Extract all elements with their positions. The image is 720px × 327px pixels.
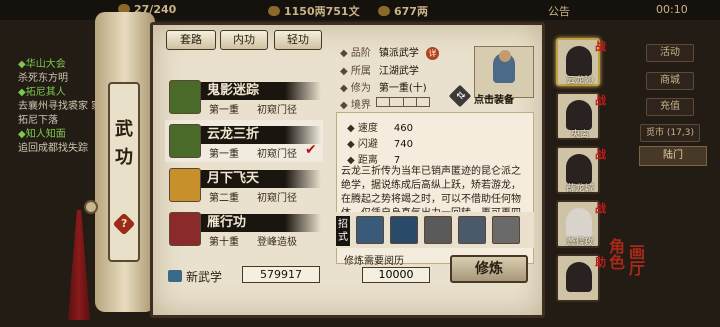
realm-bar bbox=[376, 97, 430, 107]
knot-decoration bbox=[84, 200, 98, 214]
side-label-panel: 武功 ? bbox=[108, 82, 140, 262]
money-display: 1150两751文 bbox=[268, 3, 360, 19]
skill-book-icon bbox=[169, 80, 201, 114]
game-screen: 27/240 1150两751文 677两 公告 00:10 ◆华山大会 杀死东… bbox=[0, 0, 720, 327]
tab-lightness[interactable]: 轻功 bbox=[274, 30, 322, 50]
cost-label: 修炼需要阅历 bbox=[344, 256, 404, 267]
move-icon[interactable] bbox=[492, 216, 520, 244]
check-icon: ✔ bbox=[305, 142, 317, 158]
skill-name: 雁行功 bbox=[201, 214, 321, 232]
map-status: 觅市 (17,3) bbox=[640, 124, 700, 142]
skill-item[interactable]: 月下飞天 第二重 初窥门径 bbox=[165, 164, 323, 206]
skill-level: 第一重 bbox=[209, 149, 239, 160]
move-icon[interactable] bbox=[356, 216, 384, 244]
character-roster: 云龙沁 战 央离 战 薛龙城 战 萧偃玫 战 助 bbox=[556, 36, 606, 326]
skill-item[interactable]: 鬼影迷踪 第一重 初窥门径 bbox=[165, 76, 323, 118]
cost-value: 10000 bbox=[362, 267, 430, 283]
question-icon: ? bbox=[120, 216, 128, 230]
map-button[interactable]: 陆门 bbox=[639, 146, 707, 166]
tab-inner-skill[interactable]: 内功 bbox=[220, 30, 268, 50]
character-card[interactable]: 助 bbox=[556, 254, 606, 302]
head-icon bbox=[499, 50, 511, 62]
skill-item[interactable]: 云龙三折 第一重 初窥门径 ✔ bbox=[165, 120, 323, 162]
owner-row: ◆ 所属 江湖武学 bbox=[340, 66, 419, 77]
skill-book-icon bbox=[169, 212, 201, 246]
character-card[interactable]: 薛龙城 战 bbox=[556, 146, 606, 194]
moves-bar: 招式 bbox=[336, 212, 534, 248]
skill-points: 579917 bbox=[242, 266, 320, 283]
equip-button[interactable]: 点击装备 bbox=[474, 91, 514, 106]
notice-button[interactable]: 公告 bbox=[548, 3, 570, 19]
gold-display: 677两 bbox=[378, 3, 428, 19]
realm-row: ◆ 境界 bbox=[340, 100, 371, 111]
skill-tier: 初窥门径 bbox=[257, 193, 297, 204]
cultivation-row: ◆ 修为 第一重(十) bbox=[340, 83, 427, 94]
move-icon[interactable] bbox=[424, 216, 452, 244]
skill-name: 云龙三折 bbox=[201, 126, 321, 144]
coin-icon bbox=[268, 6, 280, 16]
skill-item[interactable]: 雁行功 第十重 登峰造极 bbox=[165, 208, 323, 250]
character-card[interactable]: 云龙沁 战 bbox=[556, 38, 606, 86]
help-button[interactable]: ? bbox=[112, 212, 136, 236]
skill-list[interactable]: 鬼影迷踪 第一重 初窥门径 云龙三折 第一重 初窥门径 ✔ 月下飞天 第二重 初… bbox=[165, 76, 323, 262]
tab-routine[interactable]: 套路 bbox=[166, 30, 216, 50]
skill-tier: 登峰造极 bbox=[257, 237, 297, 248]
portrait bbox=[566, 46, 592, 76]
character-card[interactable]: 央离 战 bbox=[556, 92, 606, 140]
skill-name: 月下飞天 bbox=[201, 170, 321, 188]
gold-icon bbox=[378, 6, 390, 16]
move-icon[interactable] bbox=[390, 216, 418, 244]
rank-row: ◆ 品阶 镇派武学 bbox=[340, 48, 419, 59]
stat-row: ◆ 闪避 740 bbox=[347, 139, 413, 150]
shop-button[interactable]: 商城 bbox=[646, 72, 694, 90]
recharge-button[interactable]: 充值 bbox=[646, 98, 694, 116]
right-menu: 活动 商城 充值 觅市 (17,3) 陆门 bbox=[636, 36, 716, 326]
activity-button[interactable]: 活动 bbox=[646, 44, 694, 62]
skill-book-icon bbox=[169, 124, 201, 158]
new-skill-label[interactable]: 新武学 bbox=[168, 268, 222, 285]
detail-badge[interactable]: 详 bbox=[426, 47, 439, 60]
stat-row: ◆ 距离 7 bbox=[347, 155, 401, 166]
portrait bbox=[566, 208, 592, 238]
skill-tier: 初窥门径 bbox=[257, 149, 297, 160]
skill-name: 鬼影迷踪 bbox=[201, 82, 321, 100]
skill-book-icon bbox=[169, 168, 201, 202]
move-icon[interactable] bbox=[458, 216, 486, 244]
tassel-decoration bbox=[68, 210, 90, 320]
panel-title: 武功 bbox=[115, 119, 133, 168]
character-card[interactable]: 萧偃玫 战 bbox=[556, 200, 606, 248]
portrait bbox=[566, 100, 592, 130]
clock: 00:10 bbox=[656, 3, 688, 16]
skill-level: 第二重 bbox=[209, 193, 239, 204]
book-icon bbox=[168, 270, 182, 282]
portrait bbox=[566, 154, 592, 184]
skill-level: 第一重 bbox=[209, 105, 239, 116]
moves-label: 招式 bbox=[336, 216, 350, 246]
role-label[interactable]: 角色 bbox=[606, 238, 625, 270]
portrait bbox=[566, 262, 592, 292]
skill-level: 第十重 bbox=[209, 237, 239, 248]
hall-label[interactable]: 画厅 bbox=[626, 244, 645, 276]
skill-tier: 初窥门径 bbox=[257, 105, 297, 116]
stat-row: ◆ 速度 460 bbox=[347, 123, 413, 134]
train-button[interactable]: 修炼 bbox=[450, 255, 528, 283]
